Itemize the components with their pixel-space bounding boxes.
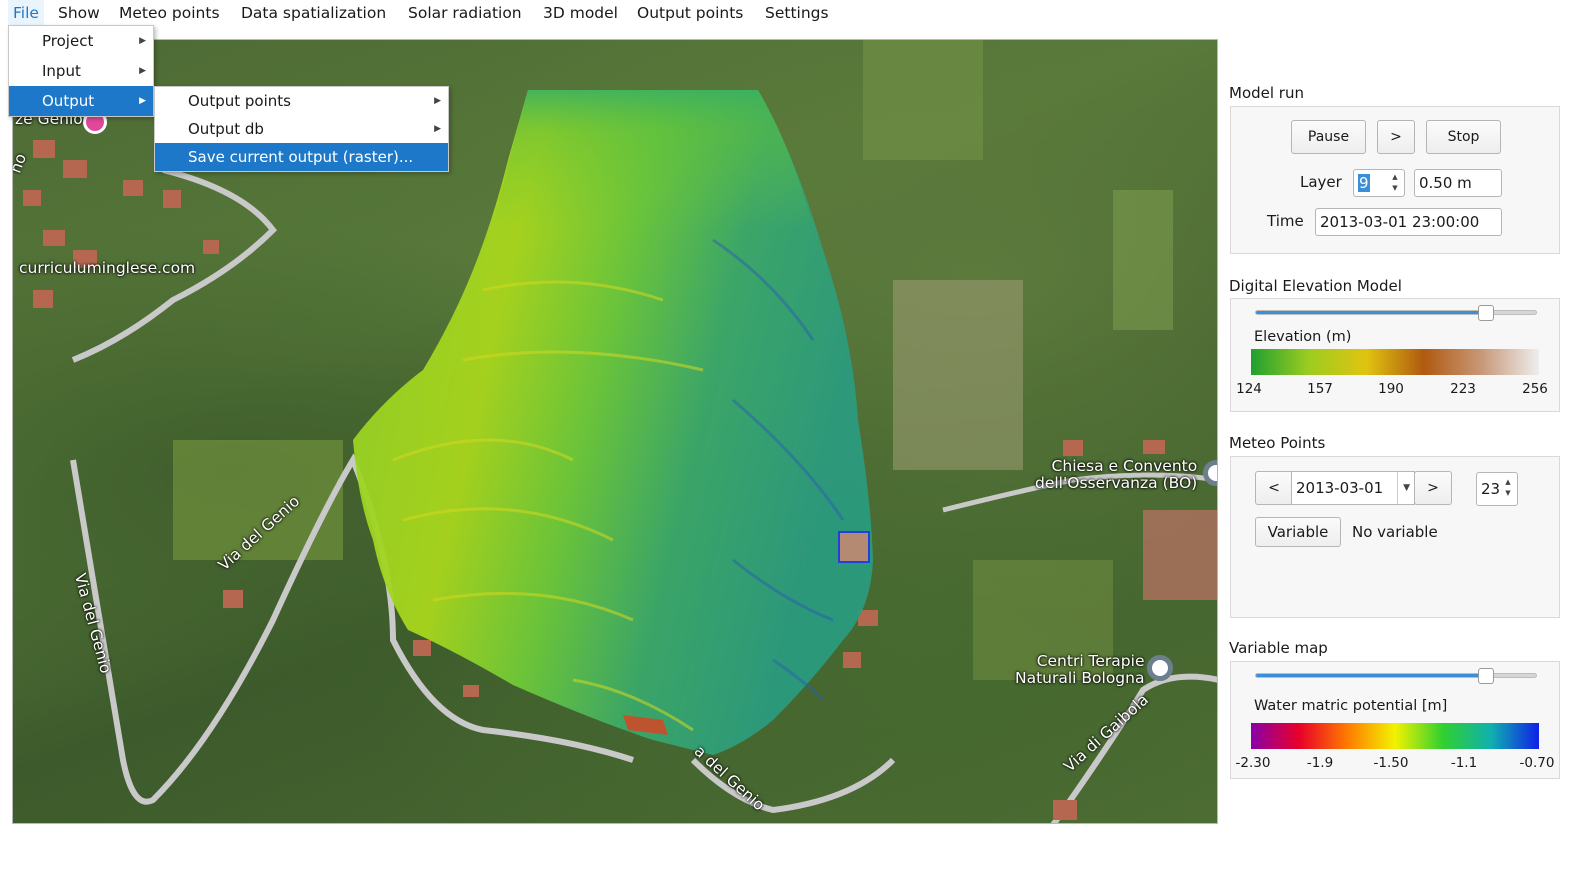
submenu-arrow-icon: ▶: [139, 66, 146, 76]
variable-map-title: Variable map: [1229, 639, 1328, 657]
raster-overlay-top: [493, 90, 813, 230]
variable-button[interactable]: Variable: [1255, 517, 1341, 547]
spin-arrows-icon[interactable]: ▲ ▼: [1388, 172, 1402, 194]
step-button[interactable]: >: [1377, 120, 1415, 154]
variable-map-colorbar: [1251, 723, 1539, 749]
menu-3d-model[interactable]: 3D model: [538, 0, 623, 27]
layer-label: Layer: [1300, 173, 1342, 191]
variable-map-tick: -2.30: [1235, 755, 1271, 771]
building-complex: [1143, 510, 1217, 600]
variable-map-legend-title: Water matric potential [m]: [1254, 698, 1448, 714]
layer-spinbox[interactable]: 9 ▲ ▼: [1353, 169, 1405, 197]
menu-item-output-db[interactable]: Output db ▶: [155, 115, 448, 143]
field-patch: [1113, 190, 1173, 330]
map-label-centri: Centri Terapie Naturali Bologna: [1015, 652, 1145, 687]
submenu-arrow-icon: ▶: [139, 36, 146, 46]
stop-button[interactable]: Stop: [1426, 120, 1501, 154]
menu-meteo-points[interactable]: Meteo points: [114, 0, 225, 27]
dem-tick: 190: [1378, 381, 1404, 397]
time-field[interactable]: 2013-03-01 23:00:00: [1315, 208, 1502, 236]
meteo-hour-spinbox[interactable]: 23 ▲ ▼: [1476, 472, 1518, 506]
map-label-chiesa: Chiesa e Convento dell'Osservanza (BO): [1035, 457, 1198, 492]
submenu-arrow-icon: ▶: [434, 96, 441, 106]
dem-tick: 124: [1236, 381, 1262, 397]
menu-solar-radiation[interactable]: Solar radiation: [403, 0, 527, 27]
variable-map-tick: -1.9: [1306, 755, 1334, 771]
file-menu-dropdown: Project ▶ Input ▶ Output ▶: [8, 25, 154, 117]
menu-settings[interactable]: Settings: [760, 0, 834, 27]
pause-button[interactable]: Pause: [1291, 120, 1366, 154]
menu-show[interactable]: Show: [53, 0, 105, 27]
dem-slider[interactable]: [1255, 310, 1537, 315]
meteo-date-select[interactable]: 2013-03-01 ▼: [1291, 471, 1415, 505]
dem-tick: 223: [1450, 381, 1476, 397]
building-in-raster: [838, 531, 870, 563]
field-patch: [863, 40, 983, 160]
menu-item-project-label: Project: [42, 32, 94, 50]
menu-item-output[interactable]: Output ▶: [9, 86, 153, 116]
variable-map-tick: -1.50: [1373, 755, 1409, 771]
menu-file[interactable]: File: [8, 0, 44, 27]
variable-map-tick: -1.1: [1450, 755, 1478, 771]
variable-map-tick: -0.70: [1519, 755, 1555, 771]
layer-value: 9: [1358, 174, 1370, 192]
meteo-title: Meteo Points: [1229, 434, 1326, 452]
map-pin-centri[interactable]: [1147, 655, 1173, 681]
menu-item-output-db-label: Output db: [188, 120, 264, 138]
variable-map-panel: Water matric potential [m] -2.30 -1.9 -1…: [1230, 661, 1560, 779]
time-label: Time: [1267, 212, 1304, 230]
menu-data-spatialization[interactable]: Data spatialization: [236, 0, 391, 27]
meteo-panel: < 2013-03-01 ▼ > 23 ▲ ▼ Variable No varia…: [1230, 456, 1560, 618]
meteo-hour-value: 23: [1481, 480, 1501, 498]
menu-item-output-points[interactable]: Output points ▶: [155, 87, 448, 115]
dem-title: Digital Elevation Model: [1229, 277, 1402, 295]
menu-item-output-points-label: Output points: [188, 92, 291, 110]
meteo-prev-button[interactable]: <: [1255, 471, 1293, 505]
dem-legend-title: Elevation (m): [1254, 329, 1352, 345]
menu-item-project[interactable]: Project ▶: [9, 26, 153, 56]
menu-item-input-label: Input: [42, 62, 81, 80]
menu-output-points[interactable]: Output points: [632, 0, 748, 27]
dem-colorbar: [1251, 349, 1539, 375]
variable-map-slider[interactable]: [1255, 673, 1537, 678]
menu-item-input[interactable]: Input ▶: [9, 56, 153, 86]
menu-item-save-current-output-label: Save current output (raster)...: [188, 148, 414, 166]
menu-item-save-current-output[interactable]: Save current output (raster)...: [155, 143, 448, 171]
output-submenu: Output points ▶ Output db ▶ Save current o…: [154, 86, 449, 172]
spin-arrows-icon[interactable]: ▲ ▼: [1501, 477, 1515, 499]
dem-panel: Elevation (m) 124 157 190 223 256: [1230, 298, 1560, 412]
field-patch: [893, 280, 1023, 470]
model-run-panel: Pause > Stop Layer 9 ▲ ▼ 0.50 m Time 2013…: [1230, 106, 1560, 254]
dem-tick: 256: [1522, 381, 1548, 397]
variable-map-slider-fill: [1256, 674, 1486, 677]
variable-status: No variable: [1352, 523, 1438, 541]
variable-map-slider-handle[interactable]: [1478, 668, 1495, 684]
submenu-arrow-icon: ▶: [434, 124, 441, 134]
meteo-date-value: 2013-03-01: [1296, 479, 1384, 497]
dem-slider-fill: [1256, 311, 1486, 314]
dem-tick: 157: [1307, 381, 1333, 397]
layer-depth-field[interactable]: 0.50 m: [1414, 169, 1502, 197]
meteo-next-button[interactable]: >: [1414, 471, 1452, 505]
submenu-arrow-icon: ▶: [139, 96, 146, 106]
menu-bar: File Show Meteo points Data spatializati…: [0, 0, 1596, 27]
menu-item-output-label: Output: [42, 92, 95, 110]
model-run-title: Model run: [1229, 84, 1304, 102]
map-label-curriculum: curriculuminglese.com: [19, 259, 196, 277]
dem-slider-handle[interactable]: [1478, 305, 1495, 321]
chevron-down-icon[interactable]: ▼: [1397, 472, 1410, 504]
